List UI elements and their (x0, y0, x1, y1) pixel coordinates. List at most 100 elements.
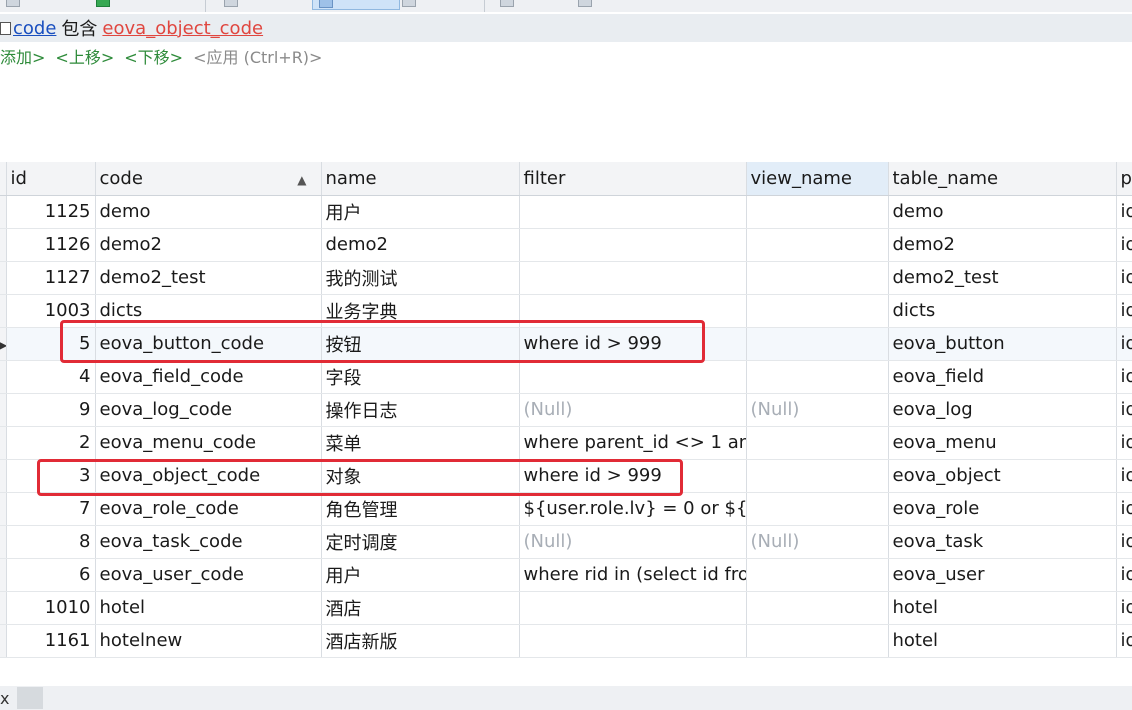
table-row[interactable]: 9 eova_log_code 操作日志 (Null) (Null) eova_… (0, 393, 1132, 427)
cell-filter[interactable]: ${user.role.lv} = 0 or ${us (519, 492, 747, 526)
cell-filter[interactable] (519, 591, 747, 625)
cell-id[interactable]: 1125 (6, 195, 96, 229)
cell-code[interactable]: eova_role_code (95, 492, 322, 526)
toolbar-menu-button[interactable] (6, 0, 20, 8)
cell-p[interactable]: id (1116, 492, 1132, 526)
cell-table-name[interactable]: eova_log (888, 393, 1117, 427)
cell-name[interactable]: 用户 (321, 558, 520, 592)
cell-filter[interactable]: (Null) (519, 525, 747, 559)
cell-id[interactable]: 1126 (6, 228, 96, 262)
column-header-id[interactable]: id (6, 162, 96, 196)
cell-name[interactable]: 操作日志 (321, 393, 520, 427)
cell-id[interactable]: 1161 (6, 624, 96, 658)
cell-code[interactable]: demo2_test (95, 261, 322, 295)
cell-view-name[interactable] (746, 294, 889, 328)
table-row[interactable]: 1127 demo2_test 我的测试 demo2_test id (0, 261, 1132, 295)
cell-code[interactable]: hotel (95, 591, 322, 625)
cell-view-name[interactable] (746, 558, 889, 592)
cell-id[interactable]: 8 (6, 525, 96, 559)
filter-field-link[interactable]: code (13, 18, 56, 39)
cell-p[interactable]: id (1116, 558, 1132, 592)
cell-table-name[interactable]: eova_role (888, 492, 1117, 526)
cell-name[interactable]: 我的测试 (321, 261, 520, 295)
cell-p[interactable]: id (1116, 327, 1132, 361)
cell-filter[interactable] (519, 195, 747, 229)
column-header-p[interactable]: p (1116, 162, 1132, 196)
cell-code[interactable]: demo (95, 195, 322, 229)
cell-view-name[interactable] (746, 261, 889, 295)
column-header-code[interactable]: code ▲ (95, 162, 322, 196)
cell-id[interactable]: 6 (6, 558, 96, 592)
table-row[interactable]: 7 eova_role_code 角色管理 ${user.role.lv} = … (0, 492, 1132, 526)
cell-view-name[interactable] (746, 360, 889, 394)
cell-view-name[interactable] (746, 327, 889, 361)
cell-p[interactable]: id (1116, 426, 1132, 460)
cell-p[interactable]: id (1116, 294, 1132, 328)
cell-view-name[interactable] (746, 624, 889, 658)
table-row[interactable]: 8 eova_task_code 定时调度 (Null) (Null) eova… (0, 525, 1132, 559)
filter-operator[interactable]: 包含 (61, 15, 97, 41)
cell-filter[interactable]: (Null) (519, 393, 747, 427)
cell-filter[interactable] (519, 624, 747, 658)
filter-enable-checkbox[interactable] (0, 21, 11, 35)
cell-table-name[interactable]: eova_user (888, 558, 1117, 592)
cell-id[interactable]: 4 (6, 360, 96, 394)
cell-table-name[interactable]: dicts (888, 294, 1117, 328)
cell-table-name[interactable]: eova_menu (888, 426, 1117, 460)
toolbar-filter-button[interactable] (312, 0, 400, 10)
cell-name[interactable]: 角色管理 (321, 492, 520, 526)
toolbar-export-button[interactable] (578, 0, 592, 8)
table-row[interactable]: 4 eova_field_code 字段 eova_field id (0, 360, 1132, 394)
toolbar-run-button[interactable] (96, 0, 110, 8)
cell-p[interactable]: id (1116, 624, 1132, 658)
cell-code[interactable]: eova_field_code (95, 360, 322, 394)
cell-name[interactable]: 定时调度 (321, 525, 520, 559)
cell-code[interactable]: demo2 (95, 228, 322, 262)
column-header-name[interactable]: name (321, 162, 520, 196)
cell-table-name[interactable]: eova_task (888, 525, 1117, 559)
cell-view-name[interactable] (746, 492, 889, 526)
toolbar-sort-button[interactable] (402, 0, 416, 8)
move-up-link[interactable]: <上移> (55, 44, 114, 68)
column-header-view-name[interactable]: view_name (746, 162, 889, 196)
cell-view-name[interactable] (746, 228, 889, 262)
cell-table-name[interactable]: hotel (888, 624, 1117, 658)
cell-id[interactable]: 1127 (6, 261, 96, 295)
cell-code[interactable]: eova_menu_code (95, 426, 322, 460)
cell-code[interactable]: eova_log_code (95, 393, 322, 427)
toolbar-import-button[interactable] (500, 0, 514, 8)
cell-filter[interactable]: where parent_id <> 1 and (519, 426, 747, 460)
cell-p[interactable]: id (1116, 459, 1132, 493)
cell-filter[interactable] (519, 261, 747, 295)
table-row[interactable]: 1010 hotel 酒店 hotel id (0, 591, 1132, 625)
cell-name[interactable]: 字段 (321, 360, 520, 394)
cell-view-name[interactable]: (Null) (746, 525, 889, 559)
cell-table-name[interactable]: hotel (888, 591, 1117, 625)
cell-p[interactable]: id (1116, 393, 1132, 427)
toolbar-text-button[interactable] (224, 0, 238, 8)
column-header-filter[interactable]: filter (519, 162, 747, 196)
cell-filter[interactable] (519, 360, 747, 394)
filter-value-link[interactable]: eova_object_code (102, 18, 263, 39)
cell-view-name[interactable] (746, 426, 889, 460)
cell-name[interactable]: 菜单 (321, 426, 520, 460)
table-row[interactable]: 6 eova_user_code 用户 where rid in (select… (0, 558, 1132, 592)
cell-table-name[interactable]: eova_button (888, 327, 1117, 361)
move-down-link[interactable]: <下移> (124, 44, 183, 68)
cell-p[interactable]: id (1116, 195, 1132, 229)
column-header-table-name[interactable]: table_name (888, 162, 1117, 196)
cell-view-name[interactable]: (Null) (746, 393, 889, 427)
cell-filter[interactable] (519, 228, 747, 262)
table-row[interactable]: 1125 demo 用户 demo id (0, 195, 1132, 229)
cell-name[interactable]: 酒店新版 (321, 624, 520, 658)
cell-table-name[interactable]: eova_field (888, 360, 1117, 394)
cell-table-name[interactable]: demo (888, 195, 1117, 229)
cell-p[interactable]: id (1116, 591, 1132, 625)
cell-view-name[interactable] (746, 591, 889, 625)
cell-filter[interactable]: where rid in (select id fro (519, 558, 747, 592)
cell-id[interactable]: 9 (6, 393, 96, 427)
cell-p[interactable]: id (1116, 228, 1132, 262)
cell-id[interactable]: 7 (6, 492, 96, 526)
cell-name[interactable]: 酒店 (321, 591, 520, 625)
cell-p[interactable]: id (1116, 360, 1132, 394)
